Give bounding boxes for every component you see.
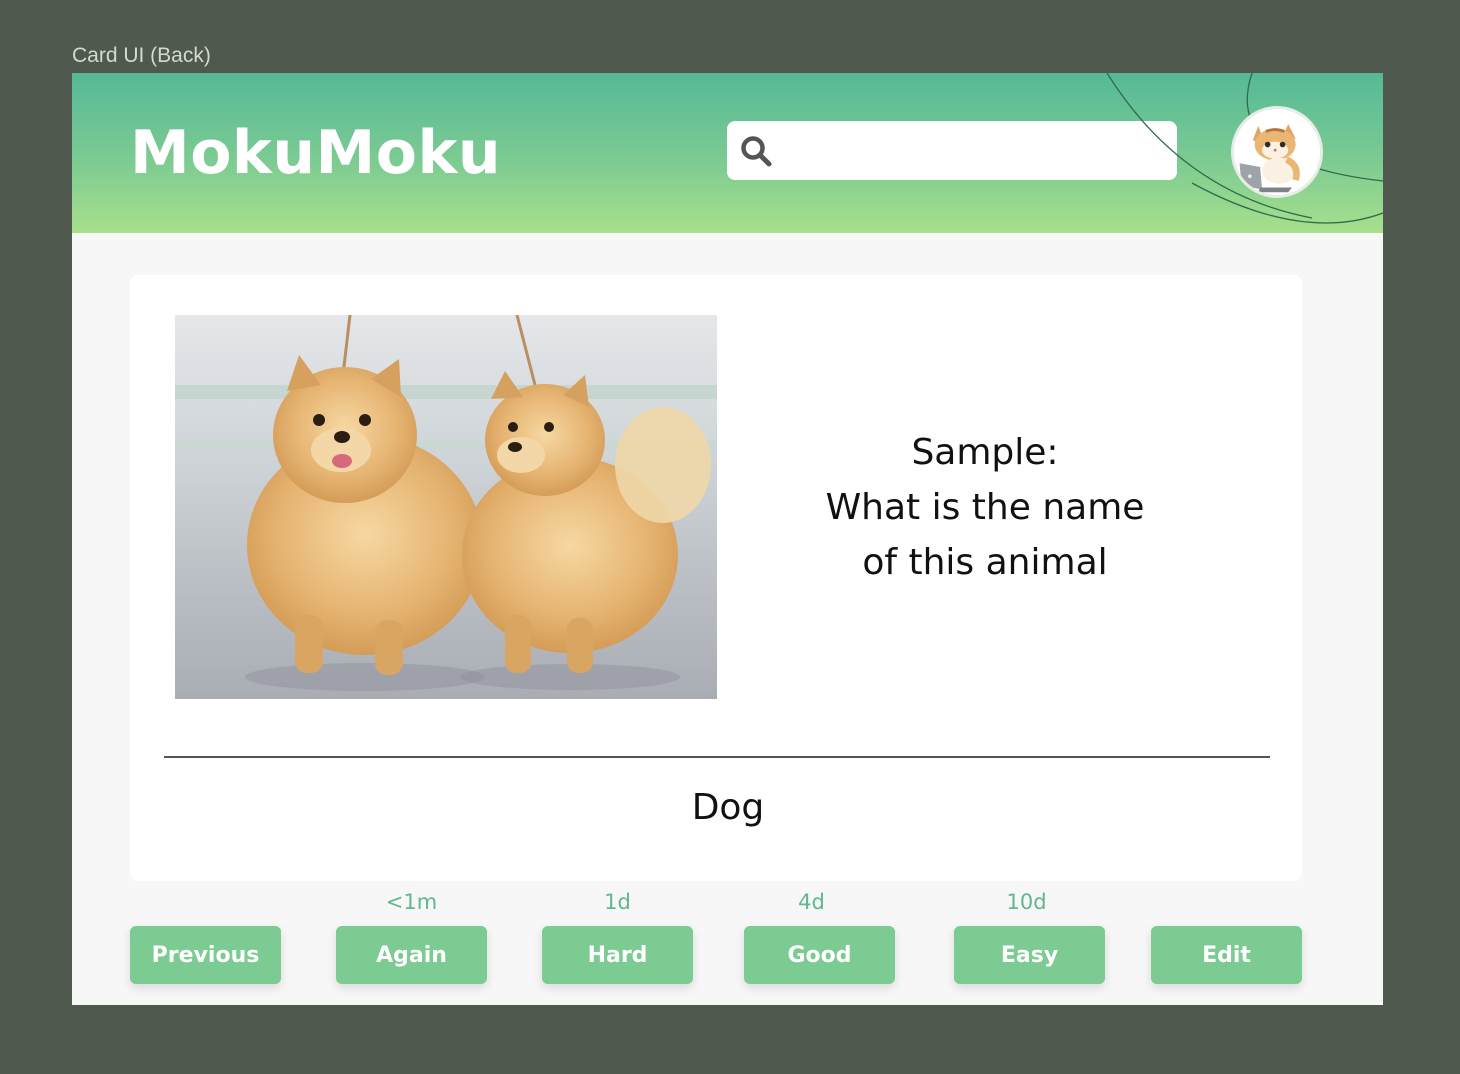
card-answer: Dog <box>691 787 765 828</box>
hard-button[interactable]: Hard <box>542 926 693 984</box>
header: MokuMoku <box>72 73 1383 233</box>
card-image <box>175 315 717 699</box>
good-button[interactable]: Good <box>744 926 895 984</box>
user-avatar[interactable] <box>1231 106 1323 198</box>
card-question: Sample: What is the name of this animal <box>825 432 1145 583</box>
interval-hard: 1d <box>604 890 631 914</box>
search-bar[interactable] <box>727 121 1177 180</box>
again-button[interactable]: Again <box>336 926 487 984</box>
previous-button[interactable]: Previous <box>130 926 281 984</box>
search-icon[interactable] <box>739 134 773 168</box>
card-divider <box>164 756 1270 758</box>
cat-avatar-icon <box>1234 109 1320 195</box>
easy-button[interactable]: Easy <box>954 926 1105 984</box>
pomeranian-photo <box>175 315 717 699</box>
app-frame: MokuMoku Sample: What is the name of thi… <box>72 73 1383 1005</box>
frame-label: Card UI (Back) <box>72 44 211 67</box>
logo: MokuMoku <box>130 118 502 188</box>
interval-good: 4d <box>798 890 825 914</box>
flashcard: Sample: What is the name of this animal … <box>130 275 1302 881</box>
edit-button[interactable]: Edit <box>1151 926 1302 984</box>
search-input[interactable] <box>787 129 1167 172</box>
interval-easy: 10d <box>1006 890 1047 914</box>
interval-again: <1m <box>385 890 438 914</box>
